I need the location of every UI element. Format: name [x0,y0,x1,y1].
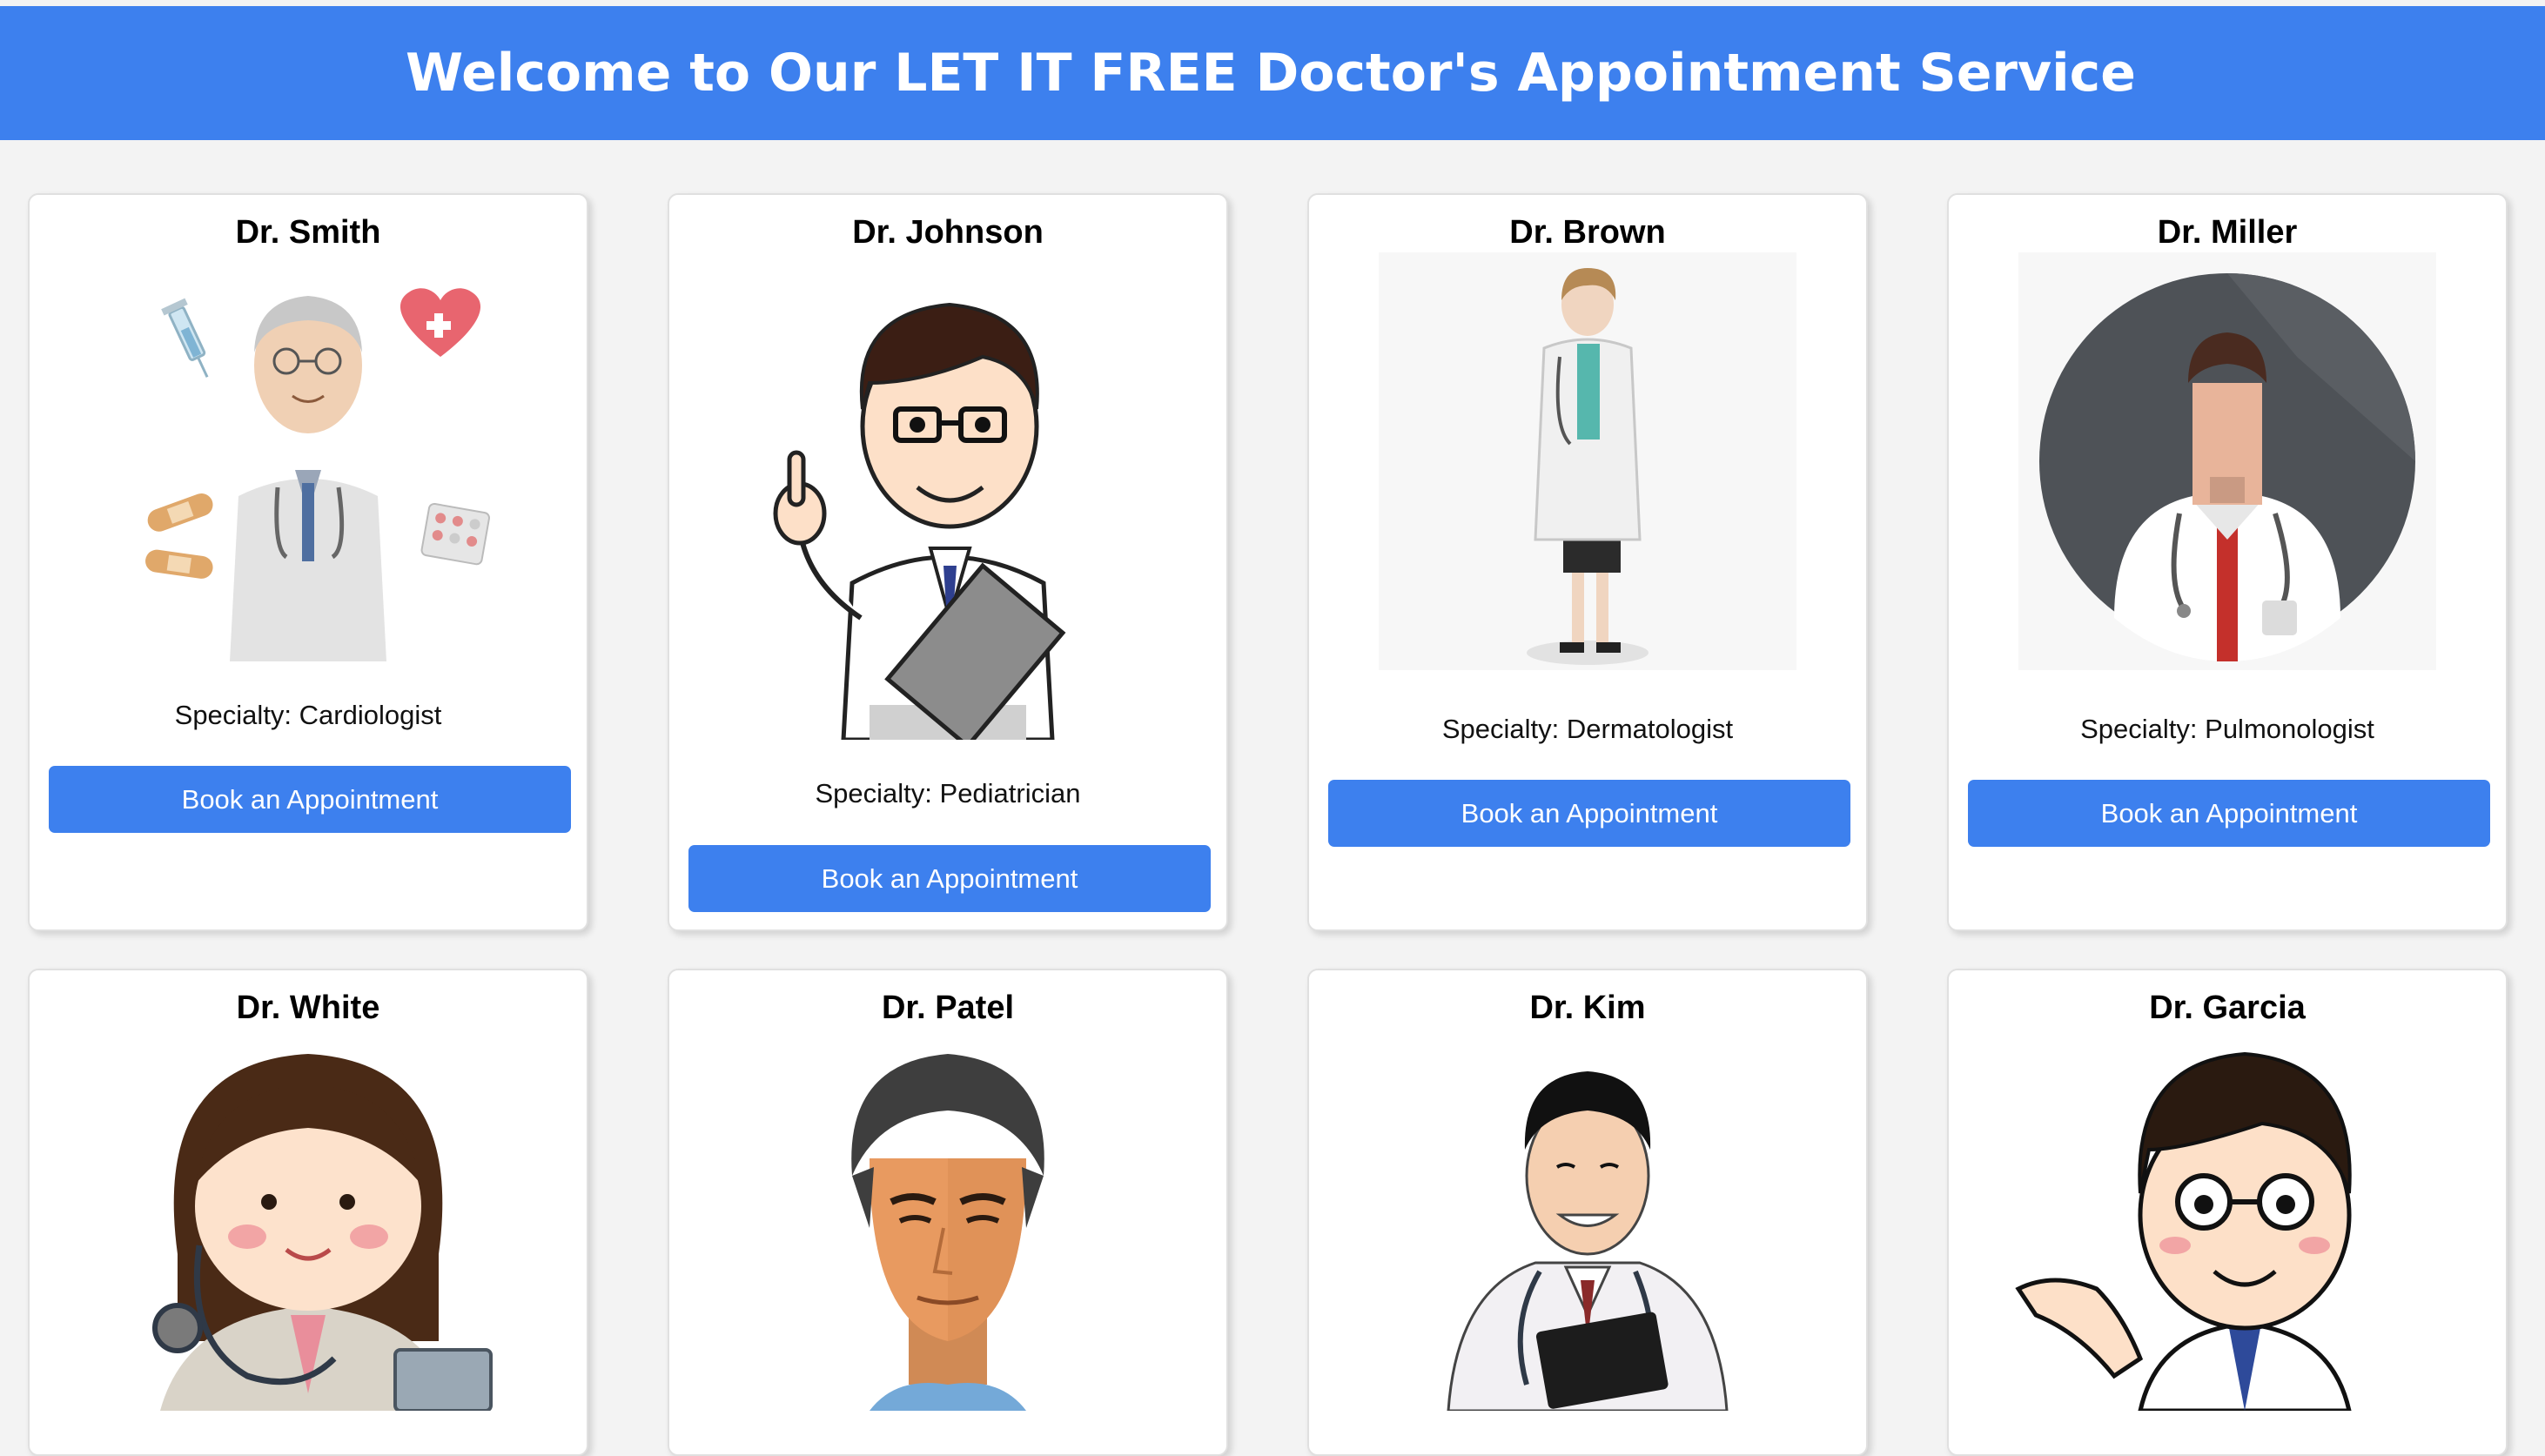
doctor-card-patel: Dr. Patel [668,969,1228,1456]
doctor-name: Dr. Brown [1509,214,1666,251]
doctor-johnson-illustration [773,302,1066,740]
book-appointment-button[interactable]: Book an Appointment [1968,780,2490,847]
doctor-smith-illustration [145,288,490,661]
doctor-specialty: Specialty: Pulmonologist [2080,714,2374,744]
doctor-kim-illustration [1447,1071,1729,1411]
page-title: Welcome to Our LET IT FREE Doctor's Appo… [406,43,2136,104]
doctor-brown-illustration [1379,252,1796,670]
doctor-miller-illustration [2018,252,2436,670]
doctor-name: Dr. Johnson [852,214,1044,251]
doctor-card-white: Dr. White [28,969,588,1456]
doctor-card-garcia: Dr. Garcia [1947,969,2508,1456]
book-appointment-button[interactable]: Book an Appointment [1328,780,1850,847]
doctor-specialty: Specialty: Dermatologist [1441,714,1734,744]
doctor-name: Dr. Kim [1529,990,1646,1026]
doctor-card-smith: Dr. Smith Specialty: Cardiologist Book a… [28,193,588,931]
doctor-card-kim: Dr. Kim [1307,969,1868,1456]
doctor-name: Dr. Miller [2157,214,2298,251]
doctor-card-johnson: Dr. Johnson Specialty: Pediatrician Book… [668,193,1228,931]
book-appointment-button[interactable]: Book an Appointment [49,766,571,833]
doctor-name: Dr. White [236,990,380,1026]
doctor-specialty: Specialty: Cardiologist [174,700,442,730]
doctor-name: Dr. Patel [881,990,1015,1026]
doctor-specialty: Specialty: Pediatrician [815,778,1081,809]
page-header: Welcome to Our LET IT FREE Doctor's Appo… [0,6,2545,140]
doctor-white-illustration [152,1054,493,1411]
doctor-patel-illustration [851,1054,1044,1411]
doctor-card-brown: Dr. Brown Specialty: Dermatologist Book … [1307,193,1868,931]
doctor-name: Dr. Garcia [2149,990,2306,1026]
doctor-garcia-illustration [2015,1051,2352,1411]
doctor-card-miller: Dr. Miller Specialty: Pulmonologist Book… [1947,193,2508,931]
book-appointment-button[interactable]: Book an Appointment [688,845,1211,912]
doctor-name: Dr. Smith [235,214,381,251]
